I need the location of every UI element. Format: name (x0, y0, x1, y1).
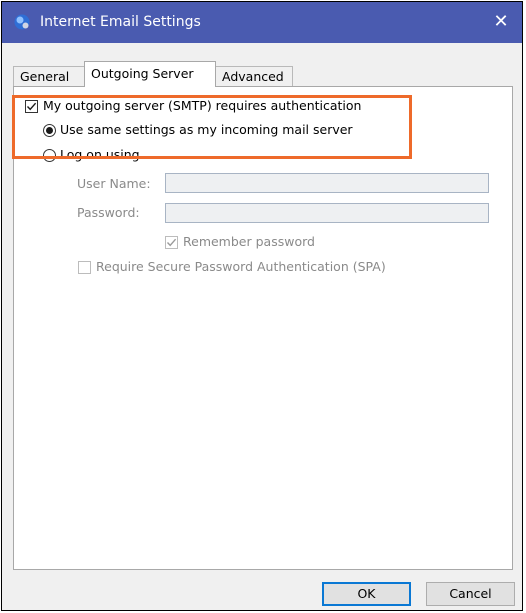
spa-checkbox[interactable] (78, 261, 91, 274)
tab-general[interactable]: General (13, 66, 85, 86)
requires-auth-checkbox[interactable] (25, 100, 38, 113)
title-bar: Internet Email Settings ✕ (2, 2, 522, 43)
tab-advanced[interactable]: Advanced (215, 66, 293, 86)
password-label: Password: (77, 205, 140, 220)
requires-auth-label: My outgoing server (SMTP) requires authe… (43, 98, 362, 113)
radio-selected-dot (46, 127, 53, 134)
window-title: Internet Email Settings (40, 14, 201, 30)
cancel-button[interactable]: Cancel (426, 582, 515, 606)
checkmark-icon (26, 102, 37, 111)
spa-label: Require Secure Password Authentication (… (96, 259, 386, 274)
user-name-label: User Name: (77, 176, 151, 191)
use-same-settings-radio[interactable] (43, 124, 56, 137)
password-field[interactable] (165, 203, 489, 223)
outgoing-server-panel: My outgoing server (SMTP) requires authe… (13, 86, 513, 570)
user-name-field[interactable] (165, 173, 489, 193)
close-icon: ✕ (493, 11, 509, 32)
log-on-using-radio[interactable] (43, 149, 56, 162)
ok-button[interactable]: OK (322, 582, 411, 606)
log-on-using-label: Log on using (60, 147, 140, 162)
remember-password-label: Remember password (183, 234, 315, 249)
mail-settings-icon (14, 14, 30, 30)
close-button[interactable]: ✕ (486, 8, 516, 36)
use-same-settings-label: Use same settings as my incoming mail se… (60, 122, 353, 137)
checkmark-icon (166, 238, 177, 247)
remember-password-checkbox[interactable] (165, 236, 178, 249)
tab-outgoing-server[interactable]: Outgoing Server (84, 61, 216, 87)
internet-email-settings-dialog: Internet Email Settings ✕ General Outgoi… (1, 1, 523, 611)
